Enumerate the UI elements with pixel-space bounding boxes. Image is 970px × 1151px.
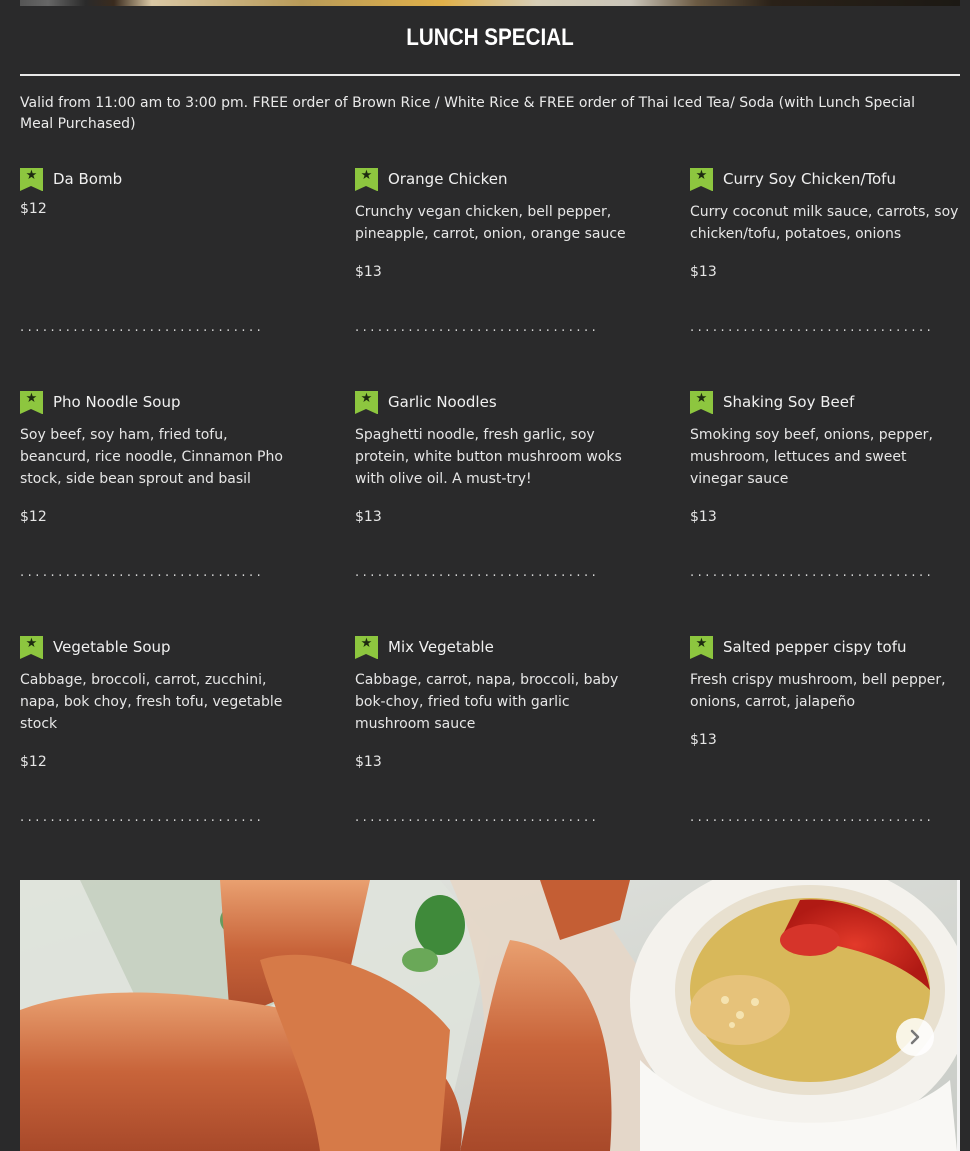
menu-item-name: Shaking Soy Beef — [723, 393, 855, 411]
menu-item-mix-vegetable: ★ Mix Vegetable Cabbage, carrot, napa, b… — [355, 635, 627, 770]
menu-item-price: $13 — [690, 264, 717, 280]
menu-item-description: Spaghetti noodle, fresh garlic, soy prot… — [355, 427, 622, 487]
menu-item-pho-noodle-soup: ★ Pho Noodle Soup Soy beef, soy ham, fri… — [20, 390, 292, 525]
star-badge-icon: ★ — [20, 390, 43, 414]
menu-item-name: Mix Vegetable — [388, 638, 494, 656]
star-badge-icon: ★ — [355, 635, 378, 659]
menu-item-price: $13 — [355, 754, 382, 770]
menu-item-description: Crunchy vegan chicken, bell pepper, pine… — [355, 204, 626, 242]
menu-item-price: $12 — [20, 509, 47, 525]
star-badge-icon: ★ — [355, 167, 378, 191]
menu-item-name: Salted pepper cispy tofu — [723, 638, 907, 656]
title-divider — [20, 74, 960, 76]
top-photo-strip — [20, 0, 960, 6]
star-badge-icon: ★ — [690, 167, 713, 191]
menu-item-price: $13 — [690, 732, 717, 748]
food-photo-illustration — [20, 880, 957, 1151]
dotted-divider: ................................ — [690, 813, 935, 825]
menu-item-name: Garlic Noodles — [388, 393, 497, 411]
menu-item-price: $12 — [20, 201, 47, 217]
menu-item-description: Fresh crispy mushroom, bell pepper, onio… — [690, 672, 946, 710]
menu-item-name: Pho Noodle Soup — [53, 393, 181, 411]
dotted-divider: ................................ — [690, 568, 935, 580]
dotted-divider: ................................ — [690, 323, 935, 335]
menu-item-description: Cabbage, carrot, napa, broccoli, baby bo… — [355, 672, 619, 732]
menu-item-vegetable-soup: ★ Vegetable Soup Cabbage, broccoli, carr… — [20, 635, 292, 770]
menu-item-price: $12 — [20, 754, 47, 770]
menu-item-description: Cabbage, broccoli, carrot, zucchini, nap… — [20, 672, 283, 732]
menu-item-garlic-noodles: ★ Garlic Noodles Spaghetti noodle, fresh… — [355, 390, 627, 525]
dotted-divider: ................................ — [20, 568, 265, 580]
menu-item-name: Da Bomb — [53, 170, 123, 188]
star-badge-icon: ★ — [690, 390, 713, 414]
dotted-divider: ................................ — [355, 813, 600, 825]
menu-item-name: Orange Chicken — [388, 170, 508, 188]
star-badge-icon: ★ — [355, 390, 378, 414]
menu-item-price: $13 — [355, 264, 382, 280]
dotted-divider: ................................ — [20, 323, 265, 335]
menu-item-description: Smoking soy beef, onions, pepper, mushro… — [690, 427, 933, 487]
menu-item-shaking-soy-beef: ★ Shaking Soy Beef Smoking soy beef, oni… — [690, 390, 962, 525]
dotted-divider: ................................ — [355, 568, 600, 580]
section-title: LUNCH SPECIAL — [406, 24, 574, 51]
gallery-next-button[interactable] — [896, 1018, 934, 1056]
chevron-right-icon — [910, 1029, 920, 1045]
star-badge-icon: ★ — [20, 167, 43, 191]
menu-item-name: Curry Soy Chicken/Tofu — [723, 170, 896, 188]
menu-item-da-bomb: ★ Da Bomb $12 — [20, 167, 292, 217]
menu-item-description: Curry coconut milk sauce, carrots, soy c… — [690, 204, 959, 242]
dotted-divider: ................................ — [20, 813, 265, 825]
lunch-special-page: LUNCH SPECIAL Valid from 11:00 am to 3:0… — [0, 0, 970, 1151]
menu-item-description: Soy beef, soy ham, fried tofu, beancurd,… — [20, 427, 283, 487]
gallery-edge — [957, 880, 960, 1151]
star-badge-icon: ★ — [690, 635, 713, 659]
dotted-divider: ................................ — [355, 323, 600, 335]
menu-item-price: $13 — [355, 509, 382, 525]
menu-item-name: Vegetable Soup — [53, 638, 171, 656]
menu-item-orange-chicken: ★ Orange Chicken Crunchy vegan chicken, … — [355, 167, 627, 280]
section-intro: Valid from 11:00 am to 3:00 pm. FREE ord… — [20, 95, 916, 132]
menu-item-price: $13 — [690, 509, 717, 525]
menu-item-curry-soy-chicken: ★ Curry Soy Chicken/Tofu Curry coconut m… — [690, 167, 962, 280]
star-badge-icon: ★ — [20, 635, 43, 659]
menu-item-salted-pepper-tofu: ★ Salted pepper cispy tofu Fresh crispy … — [690, 635, 962, 748]
spring-rolls-photo — [20, 880, 957, 1151]
